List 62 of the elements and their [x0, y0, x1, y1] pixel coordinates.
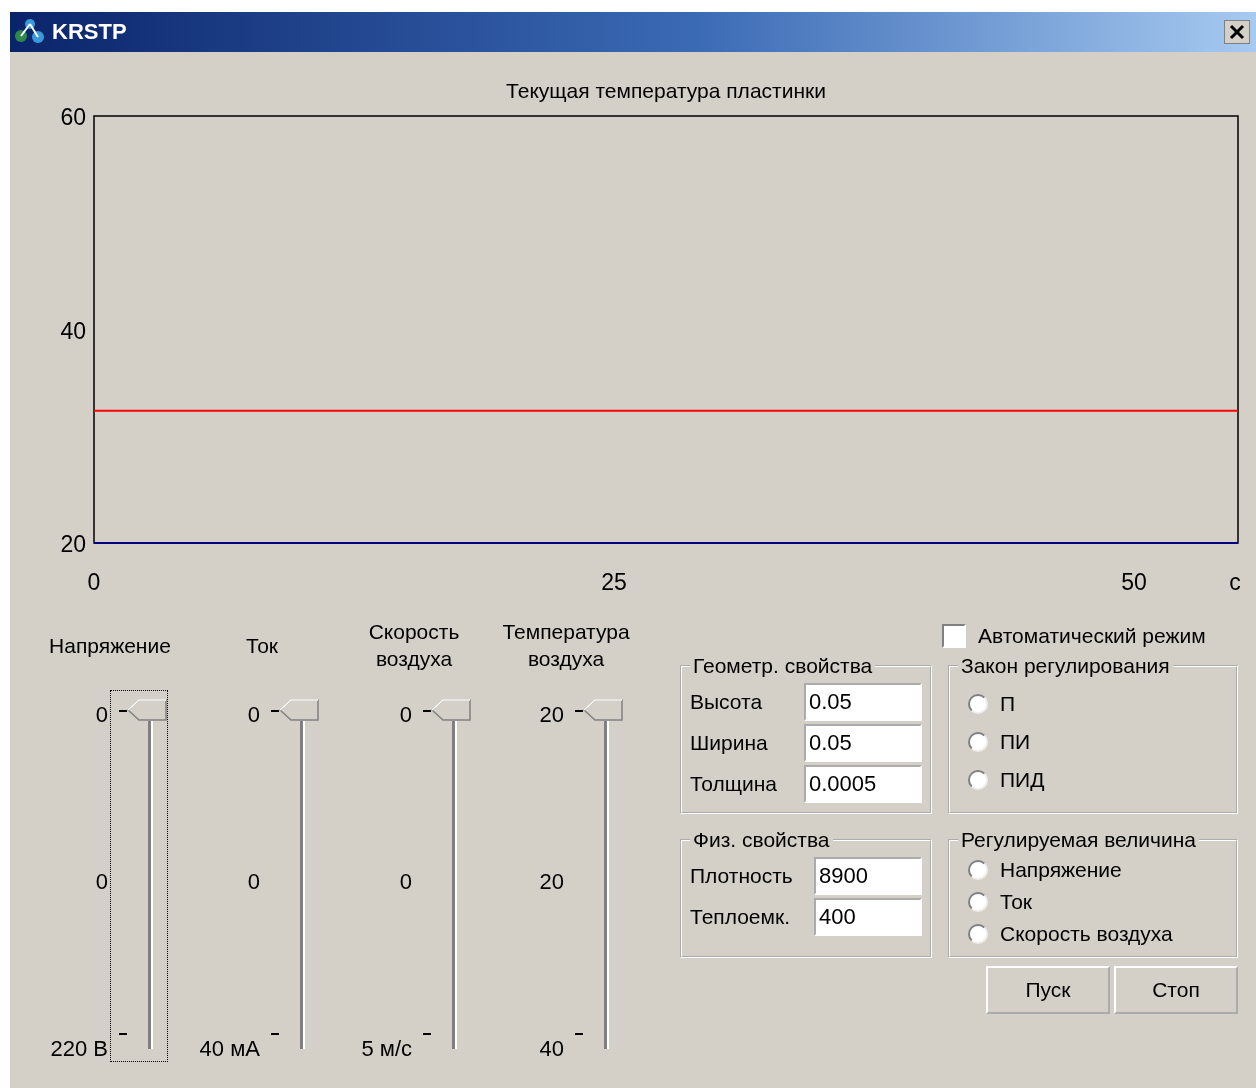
slider-label: Напряжение: [49, 632, 171, 659]
y-tick-label: 40: [60, 317, 86, 344]
input-field[interactable]: 8900: [814, 857, 922, 895]
slider-mid-label: 0: [399, 869, 412, 895]
slider-mid-label: 0: [95, 869, 108, 895]
checkbox[interactable]: [942, 624, 966, 648]
slider-min-label: 0: [247, 702, 260, 728]
slider-label: Температура воздуха: [502, 619, 630, 672]
vertical-slider[interactable]: [110, 690, 168, 1062]
field-label: Теплоемк.: [690, 905, 790, 929]
checkbox-label: Автоматический режим: [978, 624, 1206, 648]
radio-button[interactable]: [968, 892, 988, 912]
y-tick-label: 60: [60, 104, 86, 130]
slider-max-label: 5 м/с: [361, 1036, 412, 1062]
chart-title: Текущая температура пластинки: [506, 79, 826, 102]
radio-button[interactable]: [968, 770, 988, 790]
group-title: Закон регулирования: [960, 654, 1171, 678]
close-icon[interactable]: [1224, 20, 1250, 44]
field-label: Ширина: [690, 731, 768, 755]
slider-thumb[interactable]: [127, 699, 167, 721]
slider-label: Ток: [245, 632, 279, 659]
input-field[interactable]: 0.05: [804, 724, 922, 762]
radio-label: ПИД: [1000, 768, 1045, 792]
radio-label: Ток: [1000, 890, 1033, 914]
slider-max-label: 40: [539, 1036, 564, 1062]
slider-thumb[interactable]: [279, 699, 319, 721]
field-label: Плотность: [690, 864, 793, 888]
radio-button[interactable]: [968, 732, 988, 752]
radio-button[interactable]: [968, 694, 988, 714]
radio-button[interactable]: [968, 860, 988, 880]
slider-thumb[interactable]: [583, 699, 623, 721]
radio-label: П: [1000, 692, 1016, 716]
radio-label: Скорость воздуха: [1000, 922, 1173, 946]
x-tick-label: 0: [87, 569, 101, 595]
radio-button[interactable]: [968, 924, 988, 944]
radio-label: Напряжение: [1000, 858, 1122, 882]
input-field[interactable]: 0.0005: [804, 765, 922, 803]
slider-mid-label: 20: [539, 869, 564, 895]
x-tick-label: 50: [1121, 569, 1147, 595]
input-field[interactable]: 0.05: [804, 683, 922, 721]
slider-min-label: 0: [399, 702, 412, 728]
field-label: Толщина: [690, 772, 777, 796]
x-tick-label: 25: [601, 569, 627, 595]
slider-max-label: 220 В: [50, 1036, 108, 1062]
group-title: Геометр. свойства: [692, 654, 874, 678]
molecule-icon: [14, 18, 46, 46]
window-title: KRSTP: [52, 19, 128, 45]
x-axis-label: с: [1229, 569, 1241, 595]
slider-mid-label: 0: [247, 869, 260, 895]
group-title: Регулируемая величина: [960, 828, 1197, 852]
action-button[interactable]: Стоп: [1114, 966, 1238, 1014]
y-tick-label: 20: [60, 531, 86, 557]
slider-label: Скорость воздуха: [367, 619, 461, 672]
slider-max-label: 40 мА: [199, 1036, 260, 1062]
action-button[interactable]: Пуск: [986, 966, 1110, 1014]
slider-min-label: 0: [95, 702, 108, 728]
slider-min-label: 20: [539, 702, 564, 728]
input-field[interactable]: 400: [814, 898, 922, 936]
radio-label: ПИ: [1000, 730, 1031, 754]
field-label: Высота: [690, 690, 763, 714]
group-title: Физ. свойства: [692, 828, 831, 852]
slider-thumb[interactable]: [431, 699, 471, 721]
